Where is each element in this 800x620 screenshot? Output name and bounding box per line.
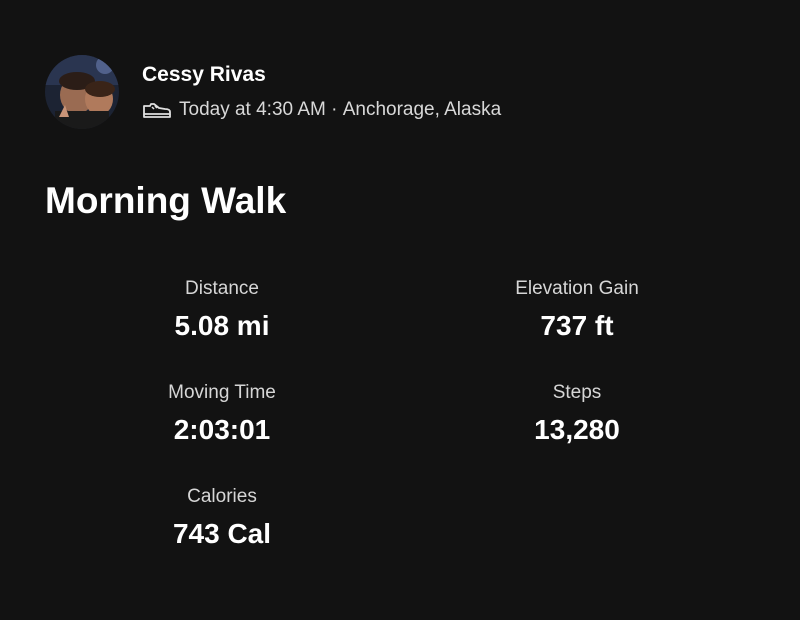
shoe-icon [142, 100, 172, 120]
stat-value: 5.08 mi [174, 310, 270, 341]
stat-label: Distance [185, 278, 259, 299]
athlete-meta: Cessy Rivas Today at 4:30 AM · Anchorage… [142, 55, 501, 122]
avatar[interactable] [45, 55, 119, 129]
activity-location: Anchorage, Alaska [342, 99, 502, 120]
stat-calories: Calories 743 Cal [72, 485, 372, 551]
activity-subline: Today at 4:30 AM · Anchorage, Alaska [142, 98, 501, 122]
stat-label: Calories [187, 486, 257, 507]
activity-header: Cessy Rivas Today at 4:30 AM · Anchorage… [45, 55, 501, 129]
stat-elevation-gain: Elevation Gain 737 ft [427, 277, 727, 343]
activity-title: Morning Walk [45, 180, 287, 221]
stat-value: 13,280 [534, 414, 620, 445]
stat-distance: Distance 5.08 mi [72, 277, 372, 343]
stat-label: Steps [552, 382, 602, 403]
subline-separator: · [325, 99, 343, 120]
stat-moving-time: Moving Time 2:03:01 [72, 381, 372, 447]
stat-value: 737 ft [540, 310, 614, 341]
activity-date: Today at 4:30 AM [179, 99, 326, 120]
stat-label: Elevation Gain [515, 278, 639, 299]
stat-value: 2:03:01 [173, 414, 271, 445]
avatar-photo [45, 55, 119, 129]
stat-value: 743 Cal [172, 518, 272, 549]
stat-label: Moving Time [168, 382, 276, 403]
athlete-name[interactable]: Cessy Rivas [142, 62, 501, 88]
stat-steps: Steps 13,280 [427, 381, 727, 447]
